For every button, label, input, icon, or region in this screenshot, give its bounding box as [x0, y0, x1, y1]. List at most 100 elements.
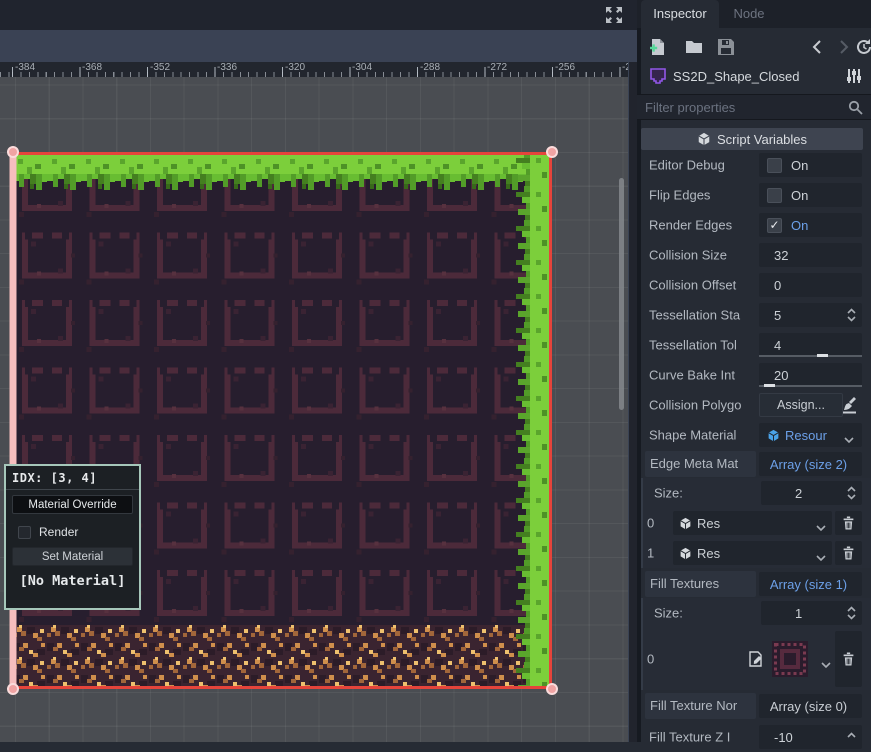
chevron-down-icon[interactable] [844, 432, 854, 439]
property-render-edges: Render Edges ✓ On [641, 210, 871, 240]
ss2d-shape-icon [649, 67, 667, 85]
handle-top-left[interactable] [8, 147, 18, 157]
ruler-label: -352 [150, 62, 170, 73]
slider-handle[interactable] [764, 384, 775, 387]
tab-node[interactable]: Node [721, 0, 777, 28]
item-index: 0 [647, 652, 654, 667]
render-edges-checkbox[interactable]: ✓ [767, 218, 782, 233]
tessellation-stages-input[interactable]: 5 [759, 303, 862, 327]
tessellation-tolerance-slider[interactable]: 4 [759, 333, 862, 357]
fill-z-index-input[interactable]: -10 [759, 725, 862, 749]
ruler-label: -304 [352, 62, 372, 73]
ss2d-shape[interactable] [0, 77, 637, 742]
property-fill-texture-normals: Fill Texture Nor Array (size 0) [641, 692, 871, 720]
tab-inspector[interactable]: Inspector [641, 0, 719, 28]
delete-item-icon[interactable] [835, 511, 862, 535]
ruler-label: -336 [217, 62, 237, 73]
new-resource-icon[interactable] [649, 38, 667, 56]
slider-handle[interactable] [817, 354, 828, 357]
viewport-right-strip [628, 62, 637, 742]
object-history-icon[interactable] [855, 38, 871, 56]
filter-properties-box[interactable] [637, 94, 871, 120]
resource-text: Res [697, 546, 720, 561]
handle-bottom-right[interactable] [547, 684, 557, 694]
property-label: Fill Texture Nor [645, 693, 756, 719]
shape-material-resource[interactable]: Resour [759, 423, 862, 447]
expand-viewport-icon[interactable] [605, 6, 623, 24]
property-edge-meta-materials: Edge Meta Mat Array (size 2) [641, 450, 871, 478]
property-shape-material: Shape Material Resour [641, 420, 871, 450]
resource-dropdown[interactable]: Res [673, 511, 832, 535]
shape-grass-top [13, 152, 552, 192]
inspector-toolbar [641, 32, 871, 62]
property-label: Collision Offset [649, 278, 757, 293]
spinner-up-icon[interactable] [846, 729, 857, 745]
shape-dirt-strip [13, 625, 552, 689]
fill-normals-array-button[interactable]: Array (size 0) [759, 694, 862, 718]
property-tessellation-tolerance: Tessellation Tol 4 [641, 330, 871, 360]
spinner-updown-icon[interactable] [846, 307, 857, 323]
property-label: Collision Size [649, 248, 757, 263]
property-label: Curve Bake Int [649, 368, 757, 383]
ruler-label: -320 [285, 62, 305, 73]
render-checkbox[interactable] [18, 526, 31, 539]
popup-title: IDX: [3, 4] [6, 466, 139, 490]
viewport-scrollbar[interactable] [619, 178, 624, 410]
edited-resource-row[interactable]: SS2D_Shape_Closed [641, 64, 871, 92]
checkbox-text: On [791, 158, 808, 173]
chevron-down-icon[interactable] [816, 520, 826, 527]
chevron-down-icon[interactable] [821, 656, 831, 663]
spinner-updown-icon[interactable] [846, 485, 857, 501]
collision-offset-input[interactable]: 0 [759, 273, 862, 297]
history-forward-icon[interactable] [834, 38, 852, 56]
collision-size-input[interactable]: 32 [759, 243, 862, 267]
property-label: Edge Meta Mat [645, 451, 756, 477]
material-override-button[interactable]: Material Override [12, 495, 133, 514]
inspector-tools-icon[interactable] [845, 67, 863, 85]
property-label: Fill Texture Z I [649, 730, 757, 745]
filter-properties-input[interactable] [645, 97, 845, 117]
curve-bake-slider[interactable]: 20 [759, 363, 862, 387]
save-icon[interactable] [717, 38, 735, 56]
viewport-top-bar [0, 0, 637, 30]
ruler-label: -288 [420, 62, 440, 73]
item-index: 1 [647, 546, 654, 561]
editor-debug-checkbox[interactable] [767, 158, 782, 173]
resource-cube-icon [679, 547, 692, 560]
flip-edges-checkbox[interactable] [767, 188, 782, 203]
handle-bottom-left[interactable] [8, 684, 18, 694]
chevron-down-icon[interactable] [816, 550, 826, 557]
array-size-input[interactable]: 1 [761, 601, 862, 625]
category-label: Script Variables [717, 132, 807, 147]
2d-viewport[interactable]: -384 -368 -352 -336 -320 -304 -288 -272 … [0, 0, 637, 742]
edge-meta-array-button[interactable]: Array (size 2) [759, 452, 862, 476]
property-fill-texture-z-index: Fill Texture Z I -10 [641, 722, 871, 752]
set-material-button[interactable]: Set Material [12, 547, 133, 566]
resource-dropdown[interactable]: Res [673, 541, 832, 565]
texture-preview-thumbnail[interactable] [771, 640, 809, 678]
category-script-variables[interactable]: Script Variables [641, 128, 863, 150]
slider-track [759, 355, 862, 357]
edit-resource-icon[interactable] [748, 651, 764, 667]
clear-node-icon[interactable] [842, 395, 862, 415]
texture-item-row: 0 [643, 628, 871, 690]
load-folder-icon[interactable] [685, 38, 703, 56]
property-tessellation-stages: Tessellation Sta 5 [641, 300, 871, 330]
spinner-updown-icon[interactable] [846, 605, 857, 621]
property-collision-size: Collision Size 32 [641, 240, 871, 270]
resource-cube-icon [767, 429, 780, 442]
search-icon [848, 100, 863, 115]
array-size-row: Size: 1 [643, 598, 871, 628]
assign-node-button[interactable]: Assign... [759, 393, 843, 417]
size-label: Size: [654, 486, 762, 501]
property-label: Tessellation Tol [649, 338, 757, 353]
delete-item-icon[interactable] [835, 631, 862, 687]
fill-textures-array-button[interactable]: Array (size 1) [759, 572, 862, 596]
property-flip-edges: Flip Edges On [641, 180, 871, 210]
history-back-icon[interactable] [809, 38, 827, 56]
fill-textures-array-editor: Size: 1 0 [641, 598, 871, 690]
resource-text: Resour [785, 428, 827, 443]
handle-top-right[interactable] [547, 147, 557, 157]
array-size-input[interactable]: 2 [761, 481, 862, 505]
delete-item-icon[interactable] [835, 541, 862, 565]
